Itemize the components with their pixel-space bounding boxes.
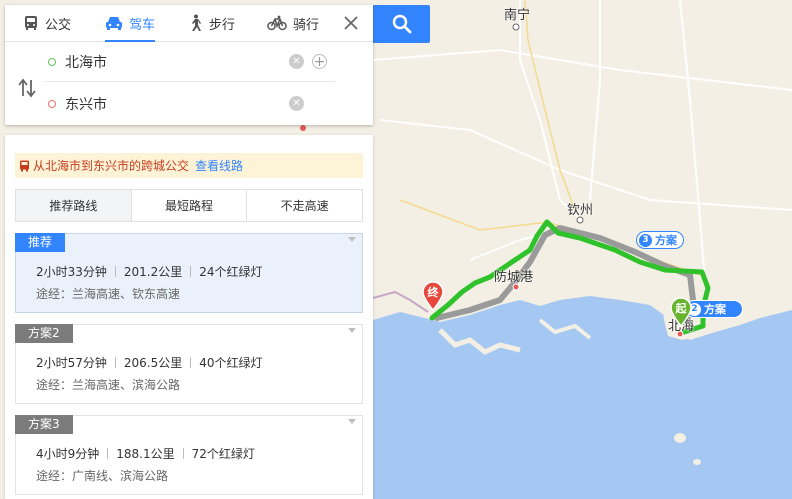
end-pin-label: 终 (427, 286, 439, 299)
plan-via: 途经：兰海高速、钦东高速 (36, 287, 181, 301)
end-dot-icon (48, 100, 56, 108)
walk-icon (187, 14, 203, 32)
cross-city-bus-notice: 从北海市到东兴市的跨城公交 查看线路 (15, 153, 363, 178)
divider (114, 266, 116, 277)
tab-drive[interactable]: 驾车 (105, 5, 156, 42)
plan2-map-bubble[interactable]: 2 方案 (685, 300, 743, 318)
plan-traffic-lights: 24个红绿灯 (199, 265, 263, 279)
island (693, 459, 701, 465)
plan-stats: 2小时57分钟 206.5公里 40个红绿灯 (36, 354, 263, 371)
plan-time: 2小时33分钟 (36, 265, 107, 279)
plan-stats: 2小时33分钟 201.2公里 24个红绿灯 (36, 263, 263, 280)
end-input-value[interactable]: 东兴市 (65, 94, 107, 114)
clear-start-icon[interactable]: ✕ (289, 54, 304, 69)
plan-number: 3 (639, 233, 652, 247)
add-waypoint-icon[interactable]: + (312, 54, 327, 69)
start-pin-label: 起 (675, 302, 687, 315)
map-label-nanning: 南宁 (504, 8, 531, 23)
close-icon (344, 16, 358, 30)
plan-tag: 方案2 (15, 324, 73, 343)
search-icon (392, 14, 411, 34)
plan-distance: 206.5公里 (123, 356, 183, 370)
divider (190, 266, 192, 277)
route-search-panel: 公交 驾车 步行 骑行 北海市 ✕ + 东兴市 ✕ (5, 5, 373, 125)
swap-icon (18, 78, 36, 98)
divider (107, 448, 109, 459)
divider (114, 357, 116, 368)
bus-notice-text: 从北海市到东兴市的跨城公交 (33, 159, 190, 173)
search-button[interactable] (373, 5, 430, 43)
plan-stats: 4小时9分钟 188.1公里 72个红绿灯 (36, 445, 255, 462)
tab-recommended[interactable]: 推荐路线 (16, 190, 132, 221)
tab-bike[interactable]: 骑行 (267, 5, 319, 41)
map-label-qinzhou: 钦州 (567, 203, 594, 218)
route-plan-3[interactable]: 方案3 4小时9分钟 188.1公里 72个红绿灯 途经：广南线、滨海公路 (15, 415, 363, 495)
tab-bike-label: 骑行 (293, 17, 320, 33)
bus-icon (23, 15, 39, 31)
plan-tag: 方案3 (15, 415, 73, 434)
start-input-value[interactable]: 北海市 (65, 52, 107, 72)
route-plan-2[interactable]: 方案2 2小时57分钟 206.5公里 40个红绿灯 途经：兰海高速、滨海公路 (15, 324, 363, 404)
bus-icon (19, 160, 30, 172)
tab-drive-label: 驾车 (129, 17, 156, 33)
island (674, 433, 686, 443)
city-dot (512, 23, 520, 31)
tab-bus-label: 公交 (45, 17, 72, 33)
view-bus-lines-link[interactable]: 查看线路 (195, 157, 243, 174)
tab-no-highway[interactable]: 不走高速 (247, 190, 362, 221)
tab-walk[interactable]: 步行 (187, 5, 235, 41)
chevron-down-icon[interactable] (348, 419, 356, 424)
bike-icon (267, 15, 287, 31)
plan-distance: 188.1公里 (116, 447, 175, 461)
travel-mode-tabs: 公交 驾车 步行 骑行 (5, 5, 373, 42)
chevron-down-icon[interactable] (348, 328, 356, 333)
end-input[interactable]: 东兴市 ✕ (45, 85, 335, 123)
close-button[interactable] (341, 13, 361, 33)
plan-traffic-lights: 40个红绿灯 (199, 356, 263, 370)
plan-tag: 推荐 (15, 233, 66, 252)
tab-shortest[interactable]: 最短路程 (132, 190, 248, 221)
plan-via: 途经：兰海高速、滨海公路 (36, 378, 181, 392)
start-input[interactable]: 北海市 ✕ + (45, 43, 335, 82)
chevron-down-icon[interactable] (348, 237, 356, 242)
plan3-map-bubble[interactable]: 3 方案 (636, 231, 684, 249)
plan-time: 4小时9分钟 (36, 447, 100, 461)
tab-bus[interactable]: 公交 (23, 5, 71, 41)
divider (190, 357, 192, 368)
clear-end-icon[interactable]: ✕ (289, 96, 304, 111)
city-dot (300, 125, 306, 131)
map-label-fangchenggang: 防城港 (494, 270, 534, 285)
plan-via: 途经：广南线、滨海公路 (36, 469, 169, 483)
tab-walk-label: 步行 (209, 17, 236, 33)
route-results-panel: 从北海市到东兴市的跨城公交 查看线路 推荐路线 最短路程 不走高速 推荐 2小时… (5, 135, 373, 499)
plan-bubble-label: 方案 (655, 234, 677, 247)
swap-route-button[interactable] (17, 77, 37, 99)
route-preference-tabs: 推荐路线 最短路程 不走高速 (15, 189, 363, 222)
plan-bubble-label: 方案 (704, 303, 726, 316)
car-icon (105, 15, 123, 31)
start-dot-icon (48, 58, 56, 66)
plan-distance: 201.2公里 (123, 265, 183, 279)
route-plan-1[interactable]: 推荐 2小时33分钟 201.2公里 24个红绿灯 途经：兰海高速、钦东高速 (15, 233, 363, 313)
divider (182, 448, 184, 459)
plan-traffic-lights: 72个红绿灯 (191, 447, 255, 461)
plan-time: 2小时57分钟 (36, 356, 107, 370)
